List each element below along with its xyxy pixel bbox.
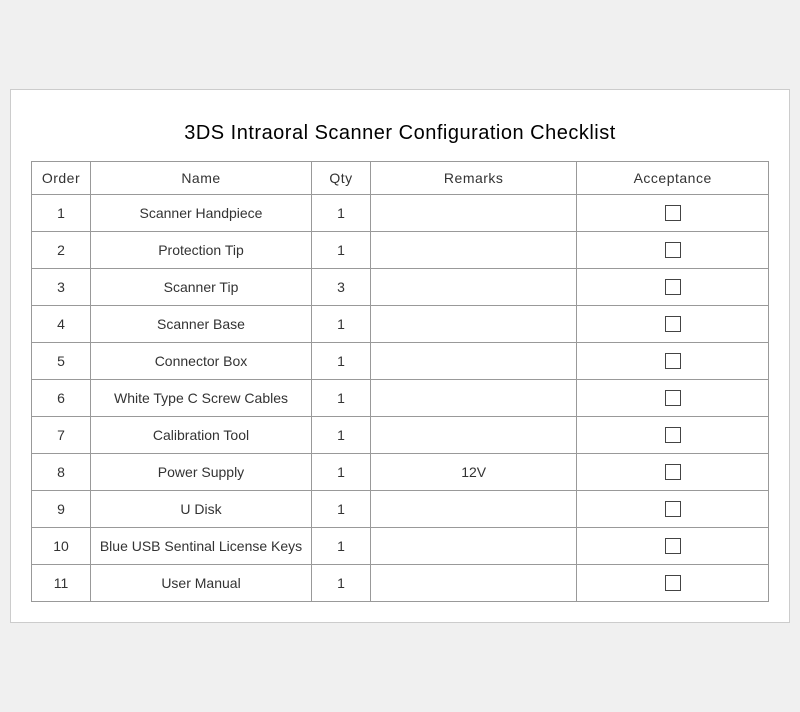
cell-order: 11 [32, 565, 91, 602]
cell-acceptance [577, 195, 769, 232]
acceptance-checkbox[interactable] [665, 205, 681, 221]
table-row: 10Blue USB Sentinal License Keys1 [32, 528, 769, 565]
cell-qty: 1 [312, 380, 371, 417]
cell-acceptance [577, 454, 769, 491]
acceptance-checkbox[interactable] [665, 390, 681, 406]
page-title: 3DS Intraoral Scanner Configuration Chec… [31, 110, 769, 161]
cell-qty: 1 [312, 528, 371, 565]
header-name: Name [90, 162, 311, 195]
cell-name: Connector Box [90, 343, 311, 380]
cell-name: Protection Tip [90, 232, 311, 269]
cell-remarks: 12V [371, 454, 577, 491]
cell-acceptance [577, 232, 769, 269]
table-row: 8Power Supply112V [32, 454, 769, 491]
cell-remarks [371, 380, 577, 417]
cell-name: Scanner Handpiece [90, 195, 311, 232]
cell-qty: 1 [312, 491, 371, 528]
table-row: 7Calibration Tool1 [32, 417, 769, 454]
cell-remarks [371, 269, 577, 306]
header-qty: Qty [312, 162, 371, 195]
cell-qty: 1 [312, 343, 371, 380]
header-order: Order [32, 162, 91, 195]
cell-qty: 1 [312, 417, 371, 454]
acceptance-checkbox[interactable] [665, 538, 681, 554]
cell-acceptance [577, 269, 769, 306]
cell-qty: 1 [312, 565, 371, 602]
cell-acceptance [577, 565, 769, 602]
cell-order: 4 [32, 306, 91, 343]
table-row: 3Scanner Tip3 [32, 269, 769, 306]
cell-remarks [371, 565, 577, 602]
table-row: 4Scanner Base1 [32, 306, 769, 343]
table-row: 5Connector Box1 [32, 343, 769, 380]
cell-qty: 1 [312, 454, 371, 491]
cell-qty: 1 [312, 232, 371, 269]
cell-name: White Type C Screw Cables [90, 380, 311, 417]
cell-name: Scanner Base [90, 306, 311, 343]
acceptance-checkbox[interactable] [665, 316, 681, 332]
acceptance-checkbox[interactable] [665, 575, 681, 591]
cell-acceptance [577, 491, 769, 528]
acceptance-checkbox[interactable] [665, 279, 681, 295]
cell-remarks [371, 232, 577, 269]
cell-qty: 3 [312, 269, 371, 306]
acceptance-checkbox[interactable] [665, 464, 681, 480]
cell-name: User Manual [90, 565, 311, 602]
table-row: 9U Disk1 [32, 491, 769, 528]
cell-remarks [371, 491, 577, 528]
table-row: 2Protection Tip1 [32, 232, 769, 269]
cell-remarks [371, 195, 577, 232]
checklist-container: 3DS Intraoral Scanner Configuration Chec… [10, 89, 790, 623]
cell-acceptance [577, 343, 769, 380]
cell-order: 7 [32, 417, 91, 454]
cell-remarks [371, 306, 577, 343]
cell-name: Scanner Tip [90, 269, 311, 306]
cell-order: 1 [32, 195, 91, 232]
table-header-row: Order Name Qty Remarks Acceptance [32, 162, 769, 195]
cell-remarks [371, 417, 577, 454]
acceptance-checkbox[interactable] [665, 242, 681, 258]
cell-order: 6 [32, 380, 91, 417]
cell-qty: 1 [312, 306, 371, 343]
acceptance-checkbox[interactable] [665, 501, 681, 517]
acceptance-checkbox[interactable] [665, 353, 681, 369]
checklist-table: Order Name Qty Remarks Acceptance 1Scann… [31, 161, 769, 602]
cell-order: 2 [32, 232, 91, 269]
cell-remarks [371, 343, 577, 380]
cell-remarks [371, 528, 577, 565]
cell-qty: 1 [312, 195, 371, 232]
cell-order: 3 [32, 269, 91, 306]
acceptance-checkbox[interactable] [665, 427, 681, 443]
header-remarks: Remarks [371, 162, 577, 195]
table-row: 1Scanner Handpiece1 [32, 195, 769, 232]
table-row: 11User Manual1 [32, 565, 769, 602]
cell-acceptance [577, 528, 769, 565]
cell-order: 5 [32, 343, 91, 380]
cell-order: 9 [32, 491, 91, 528]
cell-acceptance [577, 306, 769, 343]
cell-order: 10 [32, 528, 91, 565]
cell-name: Blue USB Sentinal License Keys [90, 528, 311, 565]
table-row: 6White Type C Screw Cables1 [32, 380, 769, 417]
header-acceptance: Acceptance [577, 162, 769, 195]
cell-acceptance [577, 380, 769, 417]
cell-name: U Disk [90, 491, 311, 528]
cell-order: 8 [32, 454, 91, 491]
cell-acceptance [577, 417, 769, 454]
cell-name: Calibration Tool [90, 417, 311, 454]
cell-name: Power Supply [90, 454, 311, 491]
